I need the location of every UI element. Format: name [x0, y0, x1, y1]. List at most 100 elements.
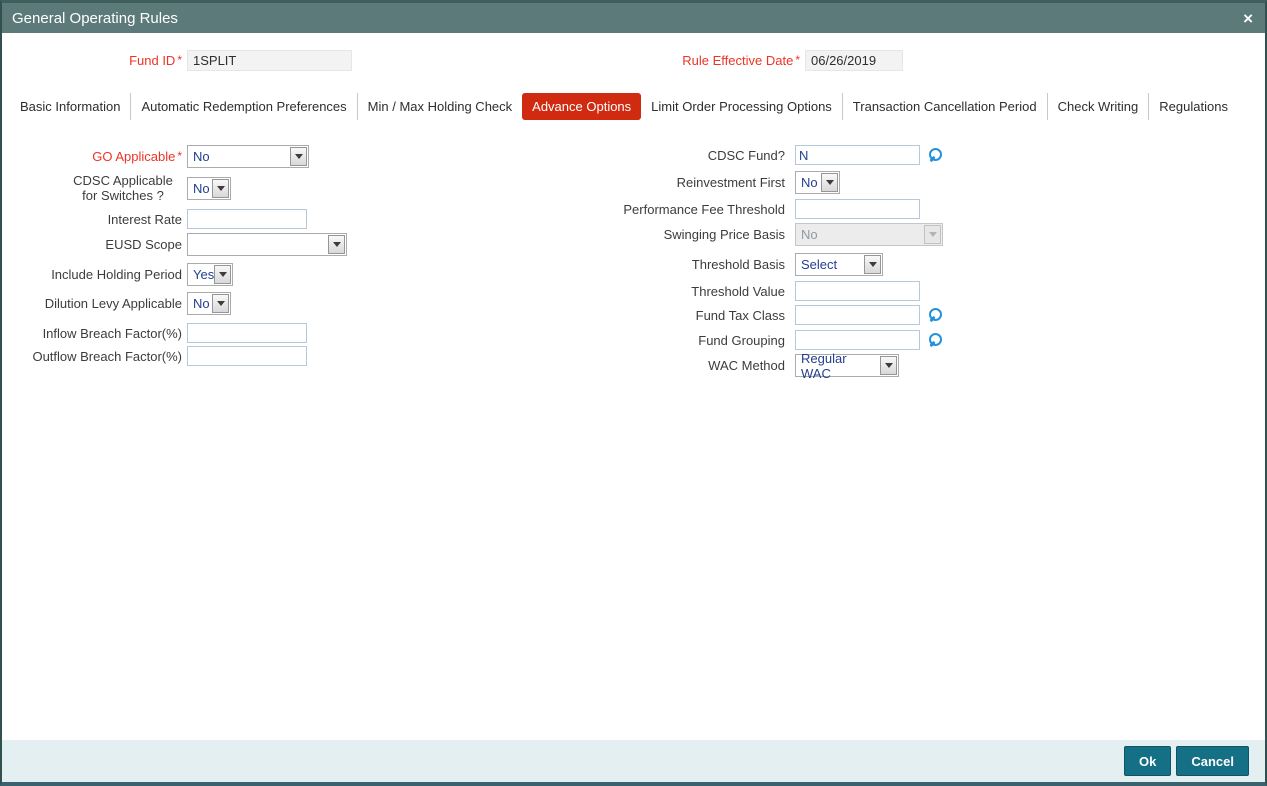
ok-button[interactable]: Ok — [1124, 746, 1172, 776]
cdsc-fund-input[interactable] — [795, 145, 920, 165]
cdsc-applicable-switches-select[interactable]: No — [187, 176, 231, 200]
inflow-breach-factor-row: Inflow Breach Factor(%) — [2, 323, 307, 343]
fund-tax-class-input[interactable] — [795, 305, 920, 325]
tab-bar: Basic Information Automatic Redemption P… — [10, 93, 1238, 120]
fund-id-label: Fund ID * — [2, 53, 182, 68]
interest-rate-row: Interest Rate — [2, 209, 307, 229]
eusd-scope-label: EUSD Scope — [105, 237, 182, 252]
go-applicable-required-marker: * — [177, 149, 182, 163]
rule-effective-date-value: 06/26/2019 — [805, 50, 903, 71]
outflow-breach-factor-input[interactable] — [187, 346, 307, 366]
fund-grouping-input[interactable] — [795, 330, 920, 350]
go-applicable-select[interactable]: No — [187, 145, 309, 168]
threshold-value-input[interactable] — [795, 281, 920, 301]
close-icon[interactable]: × — [1243, 10, 1253, 27]
general-operating-rules-window: General Operating Rules × Fund ID * 1SPLI… — [0, 0, 1267, 786]
tab-transaction-cancellation-period[interactable]: Transaction Cancellation Period — [841, 93, 1047, 120]
wac-method-row: WAC Method Regular WAC — [620, 351, 899, 381]
performance-fee-threshold-label: Performance Fee Threshold — [623, 201, 785, 217]
cdsc-fund-row: CDSC Fund? — [620, 145, 943, 165]
reinvestment-first-select[interactable]: No — [795, 171, 840, 194]
rule-effective-date-required-marker: * — [795, 53, 800, 67]
go-applicable-row: GO Applicable * No — [2, 145, 309, 168]
tab-advance-options[interactable]: Advance Options — [522, 93, 642, 120]
wac-method-label: WAC Method — [708, 358, 785, 373]
tab-regulations[interactable]: Regulations — [1148, 93, 1238, 120]
include-holding-period-label: Include Holding Period — [51, 267, 182, 282]
threshold-basis-select[interactable]: Select — [795, 253, 883, 276]
cdsc-applicable-switches-value: No — [193, 180, 210, 196]
dilution-levy-applicable-value: No — [193, 296, 210, 311]
performance-fee-threshold-row: Performance Fee Threshold — [620, 199, 920, 219]
cancel-button[interactable]: Cancel — [1176, 746, 1249, 776]
chevron-down-icon — [924, 225, 941, 244]
title-bar: General Operating Rules × — [2, 3, 1265, 33]
tab-check-writing[interactable]: Check Writing — [1046, 93, 1149, 120]
interest-rate-label: Interest Rate — [107, 211, 182, 227]
threshold-basis-label: Threshold Basis — [691, 257, 785, 272]
inflow-breach-factor-label: Inflow Breach Factor(%) — [42, 325, 182, 341]
fund-grouping-row: Fund Grouping — [620, 330, 943, 350]
outflow-breach-factor-row: Outflow Breach Factor(%) — [2, 346, 307, 366]
fund-tax-class-row: Fund Tax Class — [620, 305, 943, 325]
cdsc-applicable-switches-label: CDSC Applicable for Switches ? — [2, 173, 182, 203]
footer-bar: Ok Cancel — [2, 740, 1265, 782]
fund-id-row: Fund ID * 1SPLIT — [2, 50, 352, 71]
performance-fee-threshold-input[interactable] — [795, 199, 920, 219]
search-icon[interactable] — [929, 308, 943, 322]
chevron-down-icon[interactable] — [212, 178, 229, 198]
chevron-down-icon[interactable] — [821, 173, 838, 192]
include-holding-period-value: Yes — [193, 267, 215, 282]
threshold-value-row: Threshold Value — [620, 281, 920, 301]
include-holding-period-row: Include Holding Period Yes — [2, 263, 233, 286]
threshold-basis-value: Select — [801, 257, 838, 272]
wac-method-value: Regular WAC — [801, 350, 847, 381]
swinging-price-basis-label: Swinging Price Basis — [663, 227, 785, 242]
chevron-down-icon[interactable] — [328, 235, 345, 254]
swinging-price-basis-select: No — [795, 223, 943, 246]
go-applicable-label: GO Applicable * — [2, 149, 182, 164]
fund-id-label-text: Fund ID — [129, 53, 176, 68]
go-applicable-value: No — [193, 149, 210, 164]
fund-id-required-marker: * — [177, 53, 182, 67]
fund-tax-class-label: Fund Tax Class — [695, 307, 785, 323]
wac-method-select[interactable]: Regular WAC — [795, 351, 899, 381]
rule-effective-date-label-text: Rule Effective Date — [682, 53, 794, 68]
swinging-price-basis-row: Swinging Price Basis No — [620, 223, 943, 246]
reinvestment-first-label: Reinvestment First — [676, 175, 785, 190]
outflow-breach-factor-label: Outflow Breach Factor(%) — [32, 348, 182, 364]
chevron-down-icon[interactable] — [212, 294, 229, 313]
dilution-levy-applicable-label: Dilution Levy Applicable — [44, 296, 182, 311]
rule-effective-date-row: Rule Effective Date * 06/26/2019 — [620, 50, 903, 71]
search-icon[interactable] — [929, 333, 943, 347]
window-title: General Operating Rules — [12, 9, 178, 27]
cdsc-fund-label: CDSC Fund? — [707, 147, 785, 163]
chevron-down-icon[interactable] — [864, 255, 881, 274]
chevron-down-icon[interactable] — [214, 265, 231, 284]
include-holding-period-select[interactable]: Yes — [187, 263, 233, 286]
chevron-down-icon[interactable] — [880, 356, 897, 375]
reinvestment-first-row: Reinvestment First No — [620, 171, 840, 194]
tab-min-max-holding-check[interactable]: Min / Max Holding Check — [356, 93, 523, 120]
dilution-levy-applicable-row: Dilution Levy Applicable No — [2, 292, 231, 315]
cdsc-applicable-switches-row: CDSC Applicable for Switches ? No — [2, 173, 231, 203]
threshold-value-label: Threshold Value — [691, 283, 785, 299]
cdsc-applicable-switches-label-text: CDSC Applicable for Switches ? — [73, 173, 173, 203]
tab-automatic-redemption-preferences[interactable]: Automatic Redemption Preferences — [130, 93, 357, 120]
swinging-price-basis-value: No — [801, 227, 818, 242]
go-applicable-label-text: GO Applicable — [92, 149, 176, 164]
dilution-levy-applicable-select[interactable]: No — [187, 292, 231, 315]
eusd-scope-select[interactable] — [187, 233, 347, 256]
eusd-scope-row: EUSD Scope — [2, 233, 347, 256]
inflow-breach-factor-input[interactable] — [187, 323, 307, 343]
rule-effective-date-label: Rule Effective Date * — [620, 53, 800, 68]
search-icon[interactable] — [929, 148, 943, 162]
tab-basic-information[interactable]: Basic Information — [10, 93, 131, 120]
chevron-down-icon[interactable] — [290, 147, 307, 166]
fund-grouping-label: Fund Grouping — [698, 332, 785, 348]
tab-limit-order-processing-options[interactable]: Limit Order Processing Options — [641, 93, 842, 120]
fund-id-value: 1SPLIT — [187, 50, 352, 71]
threshold-basis-row: Threshold Basis Select — [620, 253, 883, 276]
reinvestment-first-value: No — [801, 175, 818, 190]
interest-rate-input[interactable] — [187, 209, 307, 229]
